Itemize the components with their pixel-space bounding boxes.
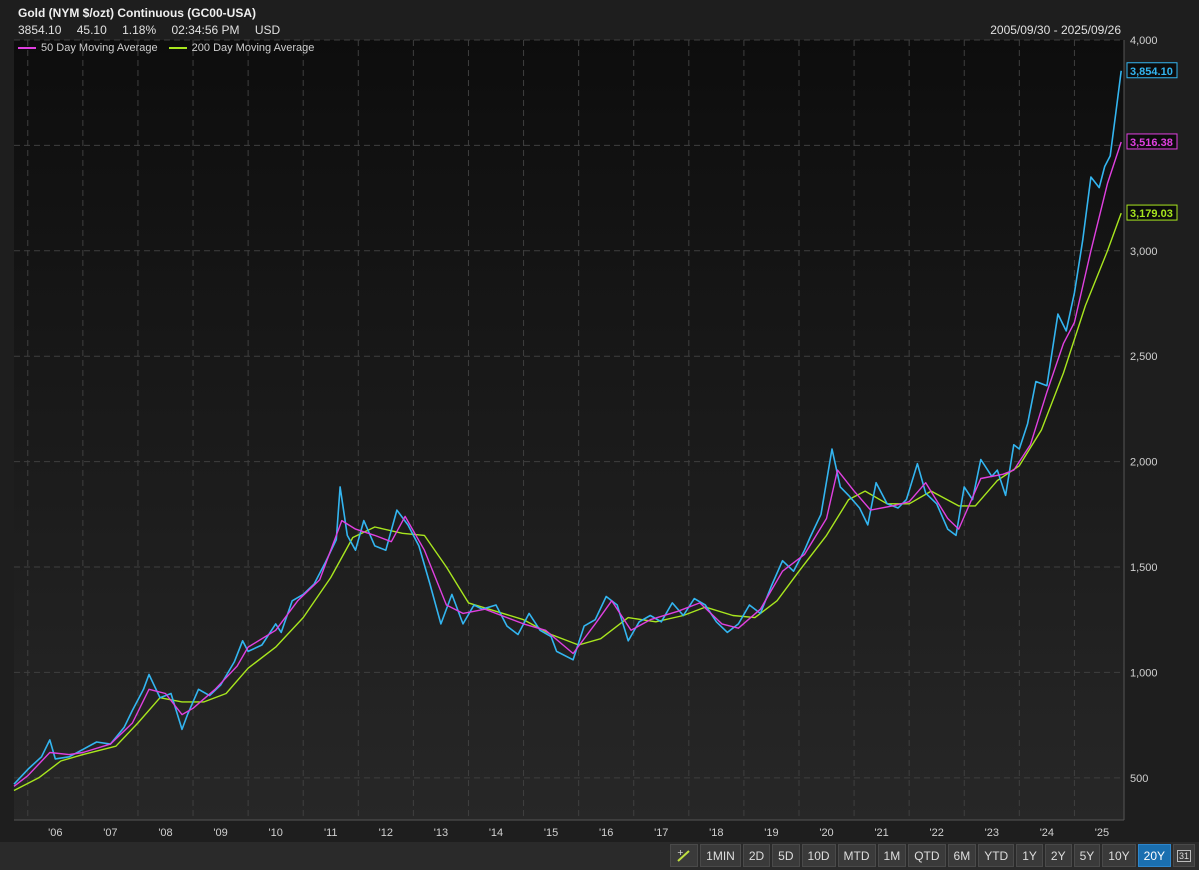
series-line-200dma[interactable] (13, 212, 1122, 792)
x-tick-label: '22 (930, 827, 944, 839)
timeframe-1y-button[interactable]: 1Y (1016, 844, 1043, 867)
legend-swatch (18, 47, 36, 49)
legend-item-200dma[interactable]: 200 Day Moving Average (168, 42, 315, 54)
timeframe-mtd-button[interactable]: MTD (837, 844, 876, 867)
x-tick-label: '24 (1040, 827, 1054, 839)
last-price: 3854.10 (18, 23, 62, 37)
y-tick-label: 1,500 (1130, 562, 1158, 574)
timeframe-10y-button[interactable]: 10Y (1102, 844, 1136, 867)
calendar-icon[interactable]: 31 (1173, 844, 1195, 867)
timeframe-1m-button[interactable]: 1M (877, 844, 907, 867)
x-tick-label: '17 (654, 827, 668, 839)
y-tick-label: 4,000 (1130, 35, 1158, 47)
timeframe-5d-button[interactable]: 5D (772, 844, 800, 867)
y-tick-label: 2,000 (1130, 457, 1158, 469)
x-tick-label: '19 (764, 827, 778, 839)
timeframe-2y-button[interactable]: 2Y (1044, 844, 1072, 867)
x-tick-label: '14 (489, 827, 503, 839)
draw-tool-icon[interactable]: + (670, 844, 699, 867)
price-chart[interactable]: 500 1,000 1,500 2,000 2,500 3,000 4,000 '06 '07 '… (0, 0, 1199, 842)
x-tick-label: '13 (434, 827, 448, 839)
x-tick-label: '16 (599, 827, 613, 839)
x-tick-label: '10 (268, 827, 282, 839)
legend: 50 Day Moving Average 200 Day Moving Ave… (18, 40, 322, 54)
legend-swatch (168, 47, 187, 49)
last-value-tag-price: 3,854.10 (1130, 66, 1173, 78)
timeframe-20y-button[interactable]: 20Y (1137, 844, 1171, 867)
quote-time: 02:34:56 PM (171, 23, 240, 37)
svg-text:+: + (677, 848, 684, 857)
x-tick-label: '18 (709, 827, 723, 839)
x-tick-label: '11 (324, 827, 338, 839)
x-tick-label: '25 (1095, 827, 1109, 839)
timeframe-6m-button[interactable]: 6M (947, 844, 977, 867)
x-tick-label: '15 (544, 827, 558, 839)
timeframe-ytd-button[interactable]: YTD (978, 844, 1015, 867)
calendar-day: 31 (1176, 849, 1191, 862)
currency: USD (254, 23, 281, 37)
x-tick-label: '08 (158, 827, 172, 839)
x-tick-label: '12 (379, 827, 393, 839)
x-tick-label: '09 (213, 827, 227, 839)
x-tick-label: '20 (819, 827, 833, 839)
timeframe-2d-button[interactable]: 2D (742, 844, 771, 867)
last-value-tag-50dma: 3,516.38 (1130, 137, 1173, 149)
quote-line: 3854.10 45.10 1.18% 02:34:56 PM USD (18, 23, 292, 37)
timeframe-1min-button[interactable]: 1MIN (700, 844, 741, 867)
y-tick-label: 1,000 (1130, 667, 1158, 679)
x-tick-label: '21 (874, 827, 888, 839)
y-tick-label: 3,000 (1130, 246, 1158, 258)
x-tick-label: '23 (985, 827, 999, 839)
series-line-50dma[interactable] (13, 141, 1122, 787)
chart-title: Gold (NYM $/ozt) Continuous (GC00-USA) (18, 6, 256, 20)
date-range: 2005/09/30 - 2025/09/26 (990, 23, 1121, 37)
x-tick-label: '07 (103, 827, 117, 839)
timeframe-10d-button[interactable]: 10D (801, 844, 836, 867)
y-tick-label: 500 (1130, 773, 1148, 785)
price-change: 45.10 (76, 23, 107, 37)
price-change-pct: 1.18% (122, 23, 157, 37)
legend-label: 200 Day Moving Average (191, 42, 315, 54)
series-line-price[interactable] (13, 70, 1122, 785)
timeframe-toolbar: + 1MIN 2D 5D 10D MTD 1M QTD 6M YTD 1Y 2Y… (0, 842, 1199, 870)
timeframe-qtd-button[interactable]: QTD (908, 844, 946, 867)
legend-label: 50 Day Moving Average (41, 42, 158, 54)
last-value-tag-200dma: 3,179.03 (1130, 208, 1173, 220)
x-tick-label: '06 (48, 827, 62, 839)
timeframe-5y-button[interactable]: 5Y (1073, 844, 1101, 867)
legend-item-50dma[interactable]: 50 Day Moving Average (18, 42, 158, 54)
y-tick-label: 2,500 (1130, 351, 1158, 363)
chart-container: 500 1,000 1,500 2,000 2,500 3,000 4,000 '06 '07 '… (0, 0, 1199, 870)
